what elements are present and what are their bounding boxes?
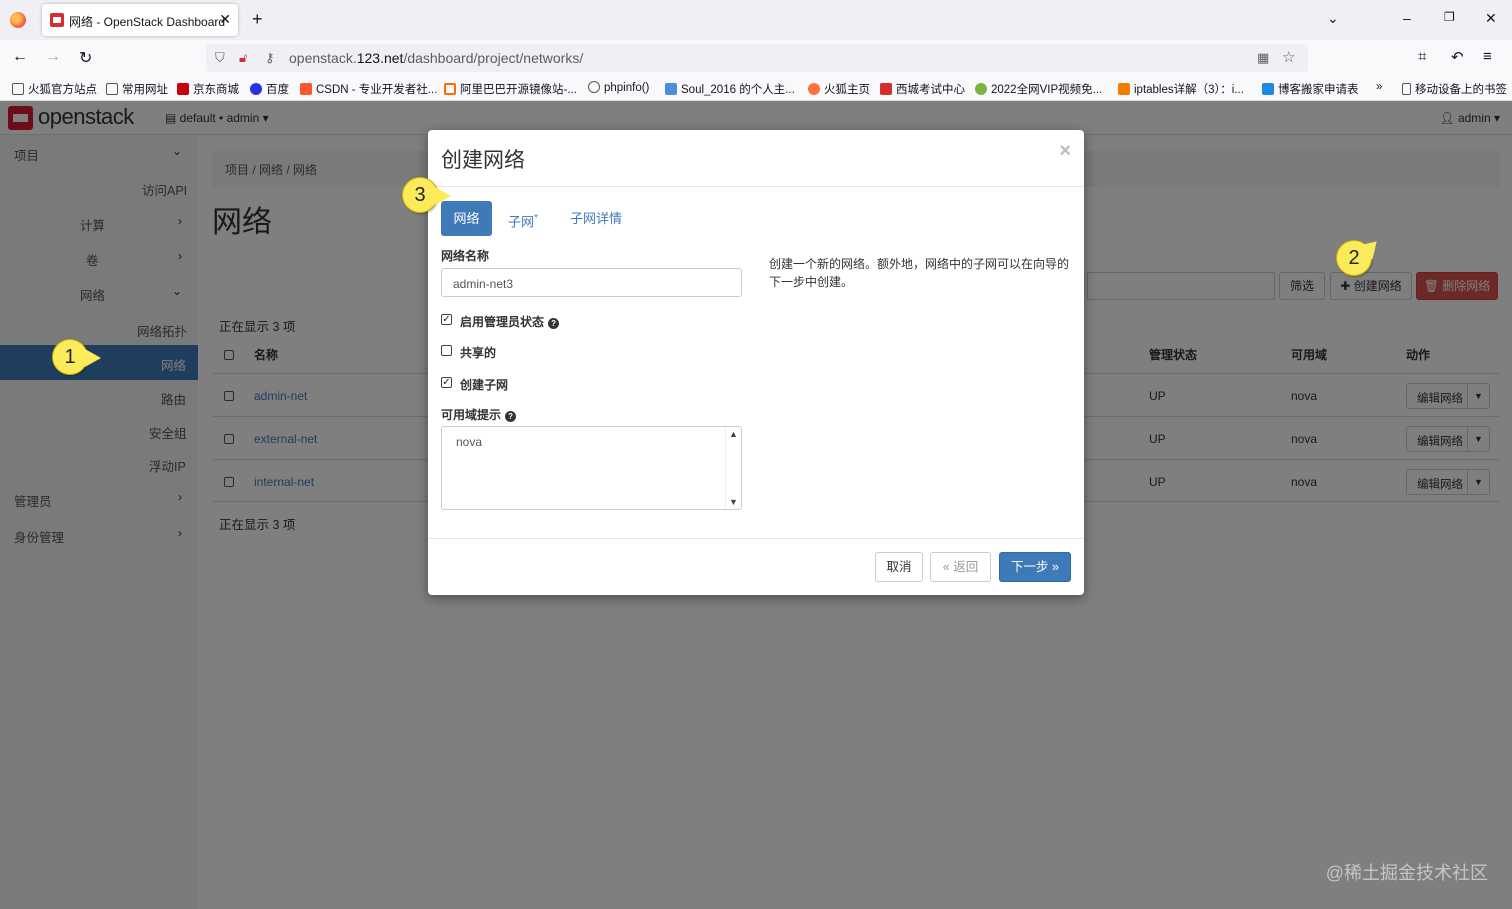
bookmark-item[interactable]: 火狐官方站点	[12, 81, 97, 97]
jd-icon	[177, 83, 189, 95]
bookmark-item[interactable]: 京东商城	[177, 81, 239, 97]
shield-icon[interactable]: ⛉	[215, 50, 225, 66]
aliyun-icon	[444, 83, 456, 95]
callout-3: 3	[402, 177, 451, 213]
help-text: 创建一个新的网络。额外地，网络中的子网可以在向导的下一步中创建。	[769, 257, 1070, 289]
modal-header: 创建网络 ×	[428, 130, 1084, 187]
modal-title: 创建网络	[441, 149, 525, 172]
create-subnet-label: 创建子网	[460, 378, 509, 392]
mobile-icon	[1402, 83, 1411, 95]
forward-arrow-icon[interactable]: →	[45, 48, 61, 66]
crop-icon[interactable]: ⌗	[1418, 48, 1426, 65]
chevron-down-icon[interactable]: ⌄	[1327, 10, 1339, 27]
scrollbar[interactable]: ▲ ▼	[725, 427, 741, 509]
question-circle-icon[interactable]: ?	[505, 411, 517, 422]
bookmark-item[interactable]: 博客搬家申请表	[1262, 81, 1359, 97]
shared-checkbox[interactable]	[441, 345, 452, 356]
restore-icon[interactable]: ❐	[1444, 10, 1455, 24]
key-icon[interactable]: ⚷	[265, 50, 275, 66]
create-network-modal: 创建网络 × 网络 子网* 子网详情 网络名称 admin-net3 ✓ 启用管…	[428, 130, 1084, 595]
tab-title: 网络 - OpenStack Dashboard	[69, 15, 226, 29]
url-bar[interactable]: ⛉ 🔓︎ ⚷ openstack.123.net/dashboard/proje…	[206, 44, 1308, 72]
browser-tabbar: 网络 - OpenStack Dashboard ✕ + ⌄ – ❐ ✕	[0, 0, 1512, 40]
minimize-icon[interactable]: –	[1403, 10, 1411, 26]
blog-icon	[1262, 83, 1274, 95]
reload-icon[interactable]: ↻	[79, 48, 92, 68]
tab-network[interactable]: 网络	[441, 201, 492, 236]
blog-icon	[665, 83, 677, 95]
star-icon[interactable]: ☆	[1282, 48, 1295, 66]
bookmark-item[interactable]: 常用网址	[106, 81, 168, 97]
bookmark-item[interactable]: 2022全网VIP视频免...	[975, 81, 1102, 97]
az-hint-label: 可用域提示?	[441, 406, 517, 423]
csdn-icon	[300, 83, 312, 95]
more-bookmarks-icon[interactable]: »	[1376, 81, 1382, 93]
tab-subnet-details[interactable]: 子网详情	[570, 201, 622, 236]
network-name-field[interactable]: admin-net3	[441, 268, 742, 297]
bookmark-item[interactable]: 百度	[250, 81, 289, 97]
plus-icon[interactable]: +	[252, 9, 263, 30]
openstack-favicon-icon	[50, 13, 64, 27]
bookmark-item[interactable]: 阿里巴巴开源镜像站-...	[444, 81, 577, 97]
modal-footer: 取消 « 返回 下一步 »	[428, 538, 1084, 595]
bookmark-item[interactable]: Soul_2016 的个人主...	[665, 81, 795, 97]
firefox-icon	[808, 83, 820, 95]
browser-navbar: ← → ↻ ⛉ 🔓︎ ⚷ openstack.123.net/dashboard…	[0, 40, 1512, 76]
az-hint-select[interactable]: nova ▲ ▼	[441, 426, 742, 510]
cancel-button[interactable]: 取消	[875, 552, 923, 582]
qr-code-icon[interactable]: ▦	[1257, 50, 1269, 66]
scroll-down-icon[interactable]: ▼	[729, 497, 738, 507]
bookmark-item[interactable]: phpinfo()	[588, 81, 649, 94]
callout-2: 2	[1336, 240, 1372, 276]
close-icon[interactable]: ✕	[219, 11, 231, 28]
callout-1: 1	[52, 339, 101, 375]
bookmark-item[interactable]: 西城考试中心	[880, 81, 965, 97]
admin-state-label: 启用管理员状态?	[460, 313, 560, 330]
globe-icon	[588, 81, 600, 93]
video-icon	[975, 83, 987, 95]
folder-icon	[106, 83, 118, 95]
url-text[interactable]: openstack.123.net/dashboard/project/netw…	[289, 50, 583, 66]
bookmark-item[interactable]: iptables详解（3）：i...	[1118, 81, 1244, 97]
folder-icon	[12, 83, 24, 95]
network-name-label: 网络名称	[441, 249, 490, 263]
next-button[interactable]: 下一步 »	[999, 552, 1071, 582]
watermark: @稀土掘金技术社区	[1325, 863, 1488, 883]
bookmarks-bar: 火狐官方站点 常用网址 京东商城 百度 CSDN - 专业开发者社... 阿里巴…	[0, 76, 1512, 101]
firefox-icon[interactable]	[10, 12, 26, 28]
browser-tab[interactable]: 网络 - OpenStack Dashboard ✕	[42, 4, 238, 36]
baidu-icon	[250, 83, 262, 95]
az-option[interactable]: nova	[456, 435, 482, 449]
create-subnet-checkbox[interactable]: ✓	[441, 377, 452, 388]
tab-subnet[interactable]: 子网*	[508, 201, 538, 236]
admin-state-checkbox[interactable]: ✓	[441, 314, 452, 325]
question-circle-icon[interactable]: ?	[548, 318, 560, 329]
bookmark-item[interactable]: CSDN - 专业开发者社...	[300, 81, 437, 97]
scroll-up-icon[interactable]: ▲	[729, 429, 738, 439]
close-window-icon[interactable]: ✕	[1485, 10, 1497, 27]
undo-icon[interactable]: ↶	[1451, 48, 1464, 66]
back-arrow-icon[interactable]: ←	[12, 48, 28, 66]
shared-label: 共享的	[460, 346, 497, 360]
ip-icon	[1118, 83, 1130, 95]
menu-icon[interactable]: ≡	[1483, 48, 1492, 65]
bookmark-item[interactable]: 移动设备上的书签	[1402, 81, 1507, 97]
close-icon[interactable]: ×	[1059, 140, 1071, 163]
back-button[interactable]: « 返回	[930, 552, 991, 582]
insecure-lock-icon[interactable]: 🔓︎	[239, 50, 247, 66]
bookmark-item[interactable]: 火狐主页	[808, 81, 870, 97]
exam-icon	[880, 83, 892, 95]
